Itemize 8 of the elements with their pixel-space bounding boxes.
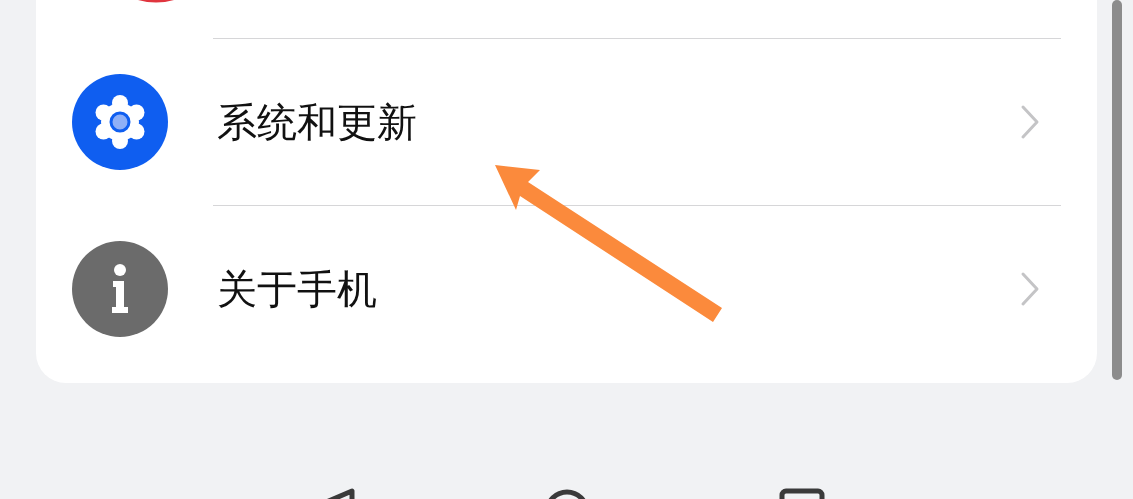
info-icon <box>72 241 168 337</box>
chevron-icon <box>1019 271 1041 307</box>
chevron-icon <box>1019 104 1041 140</box>
settings-icon <box>72 74 168 170</box>
setting-label[interactable]: 系统和更新 <box>217 98 417 146</box>
recent-apps-icon[interactable] <box>779 488 825 499</box>
scrollbar[interactable] <box>1112 0 1122 380</box>
setting-label[interactable]: 关于手机 <box>217 265 377 313</box>
